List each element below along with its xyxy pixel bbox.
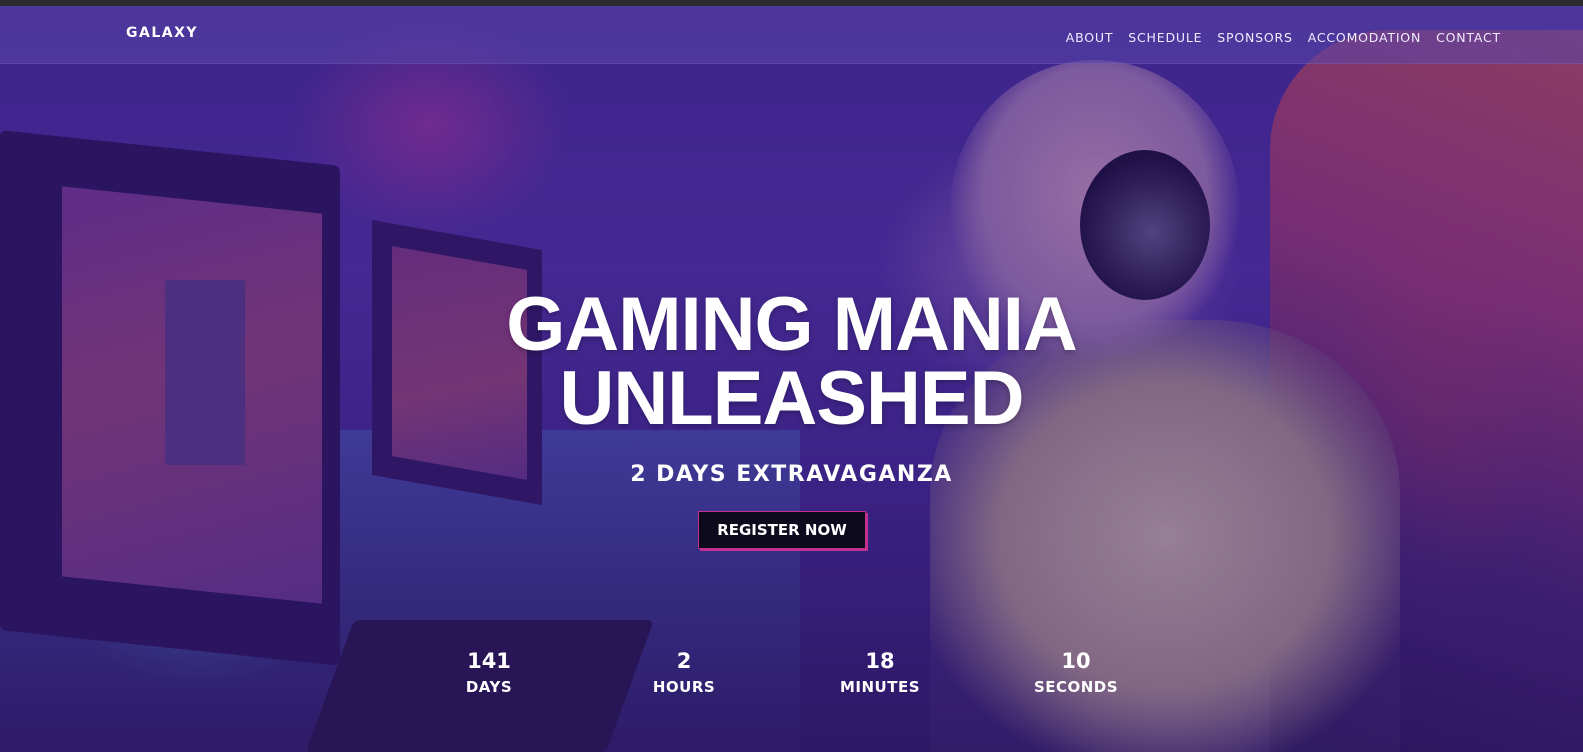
top-navbar: GALAXY ABOUT SCHEDULE SPONSORS ACCOMODAT… — [0, 6, 1583, 64]
nav-link-sponsors[interactable]: SPONSORS — [1217, 30, 1292, 45]
hero-title-line-1: GAMING MANIA — [506, 282, 1078, 367]
nav-link-schedule[interactable]: SCHEDULE — [1128, 30, 1202, 45]
main-nav: ABOUT SCHEDULE SPONSORS ACCOMODATION CON… — [1066, 27, 1501, 46]
nav-link-contact[interactable]: CONTACT — [1436, 30, 1501, 45]
nav-item-about: ABOUT — [1066, 27, 1114, 46]
nav-item-sponsors: SPONSORS — [1217, 27, 1292, 46]
nav-item-schedule: SCHEDULE — [1128, 27, 1202, 46]
event-countdown: 141 DAYS 2 HOURS 18 MINUTES 10 SECONDS — [0, 648, 1583, 708]
countdown-seconds: 10 SECONDS — [1006, 648, 1146, 700]
countdown-days-label: DAYS — [465, 678, 513, 696]
nav-item-accomodation: ACCOMODATION — [1308, 27, 1421, 46]
hero-title-line-2: UNLEASHED — [559, 356, 1025, 441]
countdown-days-value: 141 — [467, 649, 511, 673]
hero-subtitle: 2 DAYS EXTRAVAGANZA — [630, 462, 953, 487]
nav-link-accomodation[interactable]: ACCOMODATION — [1308, 30, 1421, 45]
countdown-hours-value: 2 — [676, 649, 692, 673]
countdown-seconds-value: 10 — [1061, 649, 1091, 673]
countdown-days: 141 DAYS — [419, 648, 559, 700]
register-now-button[interactable]: REGISTER NOW — [698, 511, 866, 549]
countdown-minutes-value: 18 — [865, 649, 895, 673]
countdown-minutes: 18 MINUTES — [810, 648, 950, 700]
countdown-hours-label: HOURS — [652, 678, 716, 696]
countdown-hours: 2 HOURS — [614, 648, 754, 700]
countdown-minutes-label: MINUTES — [839, 678, 921, 696]
hero-title: GAMING MANIA UNLEASHED — [0, 287, 1583, 437]
brand-logo[interactable]: GALAXY — [126, 25, 198, 41]
nav-item-contact: CONTACT — [1436, 27, 1501, 46]
landing-page: GALAXY ABOUT SCHEDULE SPONSORS ACCOMODAT… — [0, 0, 1583, 752]
countdown-seconds-label: SECONDS — [1033, 678, 1119, 696]
nav-link-about[interactable]: ABOUT — [1066, 30, 1114, 45]
